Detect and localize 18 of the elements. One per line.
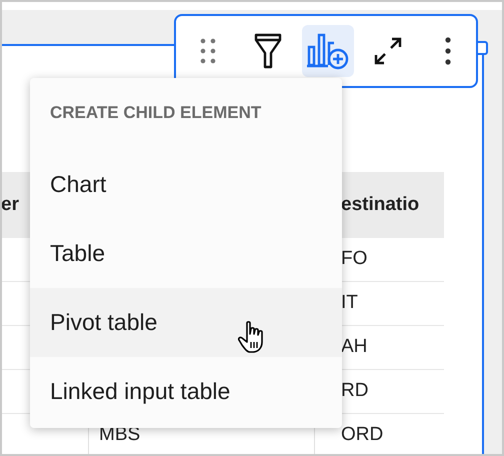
table-cell-text: FO	[341, 247, 368, 272]
menu-item[interactable]: Table	[30, 219, 342, 288]
chart-plus-icon	[306, 31, 350, 71]
menu-item[interactable]: Pivot table	[30, 288, 342, 357]
expand-icon	[373, 36, 403, 66]
column-header: estinatio	[341, 192, 420, 217]
drag-handle-icon	[198, 36, 218, 66]
chart-plus-button[interactable]	[302, 25, 354, 77]
menu-heading: CREATE CHILD ELEMENT	[50, 102, 262, 124]
table-cell-text: IT	[341, 291, 358, 316]
table-cell-text: RD	[341, 379, 368, 404]
filter-icon	[254, 33, 282, 69]
more-icon	[444, 36, 452, 66]
table-cell-text: ORD	[341, 423, 384, 448]
menu-item[interactable]: Chart	[30, 150, 342, 219]
column-header: er	[2, 192, 19, 217]
table-cell-text: AH	[341, 335, 368, 360]
menu-item[interactable]: Linked input table	[30, 357, 342, 426]
